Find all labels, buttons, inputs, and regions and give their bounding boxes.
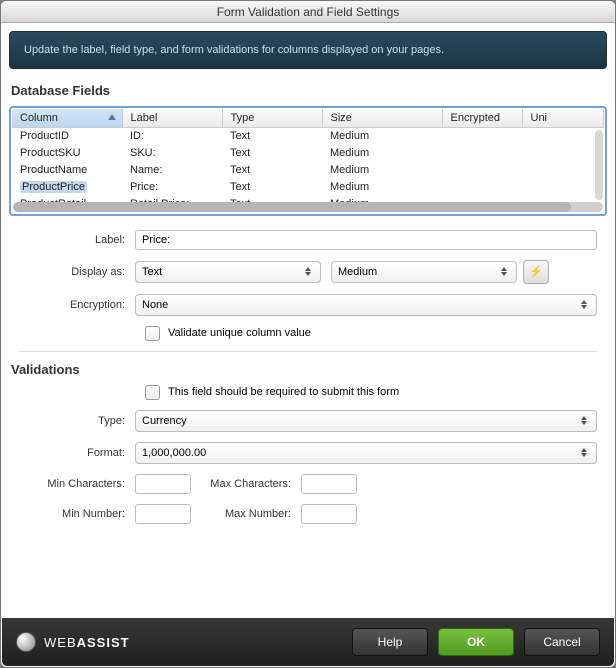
max-number-input[interactable] xyxy=(301,504,357,524)
table-row-selected[interactable]: ProductPricePrice:TextMedium xyxy=(12,179,604,196)
sort-asc-icon xyxy=(108,114,116,120)
divider xyxy=(19,351,597,352)
encryption-label: Encryption: xyxy=(19,299,135,311)
min-number-input[interactable] xyxy=(135,504,191,524)
footer-bar: WEBASSIST Help OK Cancel xyxy=(2,618,614,666)
column-header-label[interactable]: Label xyxy=(122,109,222,128)
window: Form Validation and Field Settings Updat… xyxy=(0,0,616,668)
validation-format-select[interactable]: 1,000,000.00 xyxy=(135,442,597,464)
display-as-label: Display as: xyxy=(19,266,135,278)
horizontal-scrollbar-thumb[interactable] xyxy=(13,202,571,212)
chevron-updown-icon xyxy=(578,448,590,457)
column-header-unique[interactable]: Uni xyxy=(522,109,604,128)
validate-unique-label: Validate unique column value xyxy=(168,327,311,339)
display-size-select[interactable]: Medium xyxy=(331,261,517,283)
required-checkbox[interactable] xyxy=(145,385,160,400)
lightning-icon: ⚡ xyxy=(529,265,543,278)
min-characters-label: Min Characters: xyxy=(19,478,135,490)
column-header-type[interactable]: Type xyxy=(222,109,322,128)
help-button[interactable]: Help xyxy=(352,628,428,656)
content-area: Update the label, field type, and form v… xyxy=(1,23,615,550)
chevron-updown-icon xyxy=(578,300,590,309)
ok-button[interactable]: OK xyxy=(438,628,514,656)
section-validations-title: Validations xyxy=(11,362,595,377)
chevron-updown-icon xyxy=(302,267,314,276)
validation-type-label: Type: xyxy=(19,415,135,427)
fields-table: Column Label Type Size Encrypted Uni Pro… xyxy=(12,109,604,213)
column-header-size[interactable]: Size xyxy=(322,109,442,128)
validation-format-label: Format: xyxy=(19,447,135,459)
info-text: Update the label, field type, and form v… xyxy=(24,44,444,56)
label-input[interactable] xyxy=(135,230,597,250)
table-row[interactable]: ProductIDID:TextMedium xyxy=(12,128,604,145)
encryption-select[interactable]: None xyxy=(135,294,597,316)
column-header-column[interactable]: Column xyxy=(12,109,122,128)
min-number-label: Min Number: xyxy=(19,508,135,520)
database-fields-table: Column Label Type Size Encrypted Uni Pro… xyxy=(9,106,607,216)
display-as-select[interactable]: Text xyxy=(135,261,321,283)
max-characters-label: Max Characters: xyxy=(191,478,301,490)
brand-text: WEBASSIST xyxy=(44,635,130,650)
cancel-button[interactable]: Cancel xyxy=(524,628,600,656)
label-label: Label: xyxy=(19,234,135,246)
table-row[interactable]: ProductSKUSKU:TextMedium xyxy=(12,145,604,162)
brand-logo: WEBASSIST xyxy=(16,632,130,652)
table-row[interactable]: ProductNameName:TextMedium xyxy=(12,162,604,179)
chevron-updown-icon xyxy=(578,416,590,425)
column-header-encrypted[interactable]: Encrypted xyxy=(442,109,522,128)
lightning-button[interactable]: ⚡ xyxy=(523,260,549,284)
max-characters-input[interactable] xyxy=(301,474,357,494)
max-number-label: Max Number: xyxy=(191,508,301,520)
required-label: This field should be required to submit … xyxy=(168,386,399,398)
info-banner: Update the label, field type, and form v… xyxy=(9,31,607,69)
vertical-scrollbar[interactable] xyxy=(595,130,603,200)
table-header-row: Column Label Type Size Encrypted Uni xyxy=(12,109,604,128)
window-title: Form Validation and Field Settings xyxy=(217,5,400,19)
min-characters-input[interactable] xyxy=(135,474,191,494)
brand-orb-icon xyxy=(16,632,36,652)
validation-type-select[interactable]: Currency xyxy=(135,410,597,432)
titlebar: Form Validation and Field Settings xyxy=(1,1,615,23)
chevron-updown-icon xyxy=(498,267,510,276)
section-database-fields-title: Database Fields xyxy=(11,83,605,98)
field-form: Label: Display as: Text Medium ⚡ xyxy=(9,230,607,542)
validate-unique-checkbox[interactable] xyxy=(145,326,160,341)
